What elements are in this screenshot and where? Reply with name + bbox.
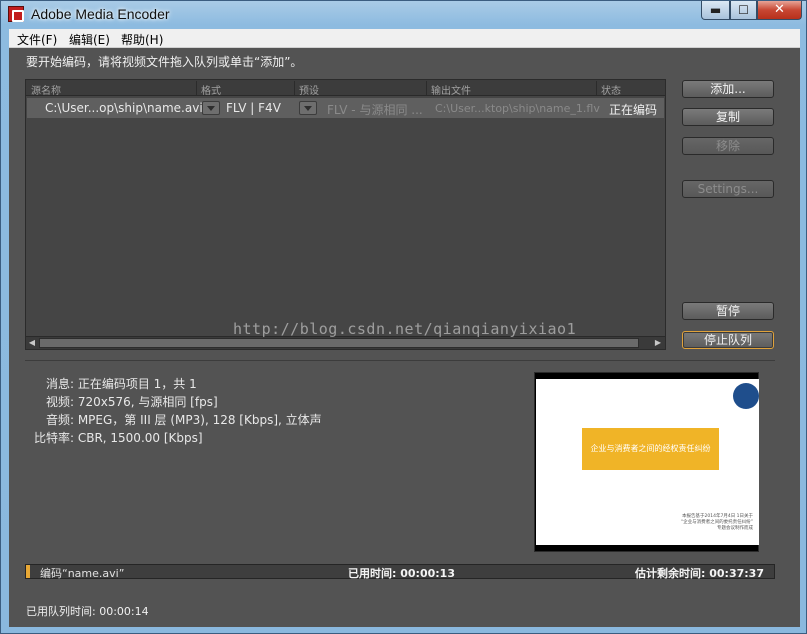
duplicate-button[interactable]: 复制 <box>682 108 774 126</box>
encode-queue[interactable]: 源名称 格式 预设 输出文件 状态 C:\User...op\ship\name… <box>25 79 666 350</box>
app-window: Adobe Media Encoder ▬ ☐ ✕ 文件(F) 编辑(E) 帮助… <box>0 0 807 634</box>
queue-time-value: 00:00:14 <box>99 605 149 618</box>
column-format[interactable]: 格式 <box>201 82 221 97</box>
column-output-file[interactable]: 输出文件 <box>431 82 471 97</box>
info-message: 消息: 正在编码项目 1，共 1 <box>26 375 197 392</box>
queue-row[interactable]: C:\User...op\ship\name.avi FLV | F4V FLV… <box>27 98 664 118</box>
progress-fill <box>26 565 30 578</box>
remaining-time: 估计剩余时间: 00:37:37 <box>635 567 764 580</box>
scroll-left-icon[interactable]: ◀ <box>26 338 38 348</box>
info-bitrate: 比特率: CBR, 1500.00 [Kbps] <box>26 429 203 446</box>
column-preset[interactable]: 预设 <box>299 82 319 97</box>
bitrate-value: CBR, 1500.00 [Kbps] <box>77 431 203 445</box>
format-dropdown-icon[interactable] <box>202 101 220 115</box>
row-source-name: C:\User...op\ship\name.avi <box>45 101 203 115</box>
column-status[interactable]: 状态 <box>601 82 621 97</box>
menu-edit[interactable]: 编辑(E) <box>69 31 110 48</box>
message-value: 正在编码项目 1，共 1 <box>77 377 197 391</box>
info-audio: 音频: MPEG，第 III 层 (MP3), 128 [Kbps], 立体声 <box>26 411 322 428</box>
audio-label: 音频: <box>45 413 74 427</box>
bitrate-label: 比特率: <box>33 431 74 445</box>
close-button[interactable]: ✕ <box>757 1 802 20</box>
stop-queue-button[interactable]: 停止队列 <box>682 331 774 349</box>
remove-button[interactable]: 移除 <box>682 137 774 155</box>
section-divider <box>25 360 775 361</box>
preset-dropdown-icon[interactable] <box>299 101 317 115</box>
queue-elapsed-time: 已用队列时间: 00:00:14 <box>26 603 149 619</box>
menu-help[interactable]: 帮助(H) <box>121 31 163 48</box>
maximize-icon: ☐ <box>738 3 749 17</box>
window-title: Adobe Media Encoder <box>31 6 170 22</box>
preview-frame: 企业与消费者之间的经权责任纠纷 本报告基于2014年7月4日 1日关于 “企业与… <box>536 379 759 545</box>
maximize-button[interactable]: ☐ <box>730 1 757 20</box>
main-panel: 要开始编码，请将视频文件拖入队列或单击“添加”。 源名称 格式 预设 输出文件 … <box>9 48 800 627</box>
minimize-button[interactable]: ▬ <box>701 1 730 20</box>
column-source-name[interactable]: 源名称 <box>31 82 61 97</box>
row-output-file[interactable]: C:\User...ktop\ship\name_1.flv <box>435 102 600 115</box>
slide-notes: 本报告基于2014年7月4日 1日关于 “企业与消费者之间的委托责任纠纷” 专题… <box>680 514 753 531</box>
logo-circle <box>733 383 759 409</box>
row-format[interactable]: FLV | F4V <box>226 101 281 115</box>
video-value: 720x576, 与源相同 [fps] <box>77 395 218 409</box>
queue-time-label: 已用队列时间: <box>26 605 96 618</box>
scroll-right-icon[interactable]: ▶ <box>652 338 664 348</box>
queue-hint: 要开始编码，请将视频文件拖入队列或单击“添加”。 <box>26 55 303 69</box>
audio-value: MPEG，第 III 层 (MP3), 128 [Kbps], 立体声 <box>77 413 322 427</box>
info-video: 视频: 720x576, 与源相同 [fps] <box>26 393 218 410</box>
adobe-media-encoder-icon <box>8 6 24 22</box>
message-label: 消息: <box>45 377 74 391</box>
encode-progress-bar: 编码“name.avi” 已用时间: 00:00:13 估计剩余时间: 00:3… <box>25 564 775 580</box>
queue-header: 源名称 格式 预设 输出文件 状态 <box>26 80 665 97</box>
slide-title: 企业与消费者之间的经权责任纠纷 <box>590 444 711 453</box>
video-label: 视频: <box>45 395 74 409</box>
row-preset[interactable]: FLV - 与源相同 ... <box>327 101 423 118</box>
elapsed-time: 已用时间: 00:00:13 <box>348 567 455 580</box>
scroll-thumb[interactable] <box>39 338 639 348</box>
video-preview: 企业与消费者之间的经权责任纠纷 本报告基于2014年7月4日 1日关于 “企业与… <box>534 372 759 552</box>
slide-title-band: 企业与消费者之间的经权责任纠纷 <box>582 428 719 470</box>
settings-button[interactable]: Settings... <box>682 180 774 198</box>
row-status: 正在编码 <box>609 103 658 117</box>
menu-file[interactable]: 文件(F) <box>17 31 57 48</box>
close-icon: ✕ <box>774 2 785 17</box>
progress-file-label: 编码“name.avi” <box>40 567 125 580</box>
minimize-icon: ▬ <box>709 3 722 17</box>
add-button[interactable]: 添加... <box>682 80 774 98</box>
pause-button[interactable]: 暂停 <box>682 302 774 320</box>
watermark-text: http://blog.csdn.net/qianqianyixiao1 <box>233 320 577 338</box>
menu-bar: 文件(F) 编辑(E) 帮助(H) <box>9 29 800 48</box>
title-bar[interactable]: Adobe Media Encoder ▬ ☐ ✕ <box>1 1 806 29</box>
